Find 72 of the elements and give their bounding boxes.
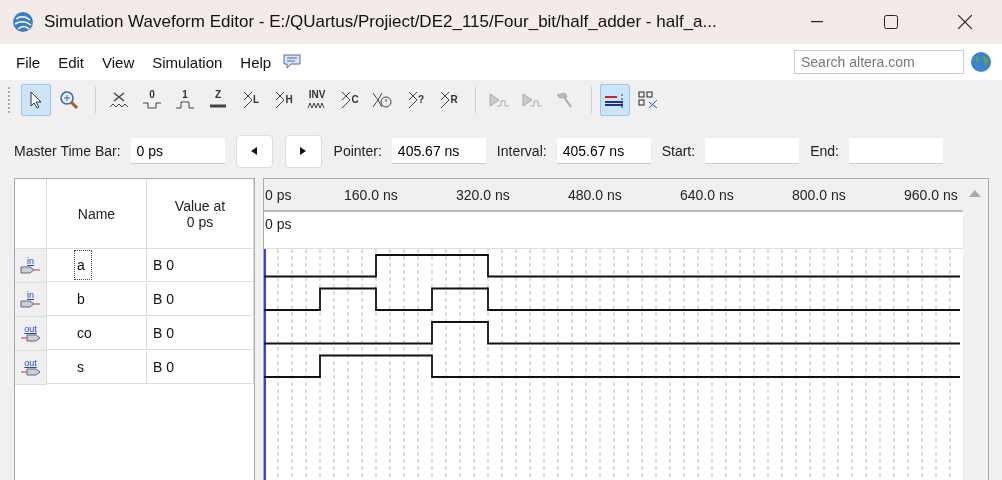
signal-value: B 0 bbox=[153, 291, 174, 307]
toolbar-button[interactable]: R bbox=[434, 84, 464, 116]
time-field[interactable]: 405.67 ns bbox=[556, 138, 651, 164]
app-logo-icon bbox=[12, 11, 34, 33]
simulate-icon bbox=[487, 90, 511, 110]
time-field[interactable] bbox=[705, 138, 800, 164]
signal-name[interactable]: b bbox=[75, 285, 91, 313]
time-label: 640.0 ns bbox=[680, 187, 734, 203]
field-label: Start: bbox=[661, 143, 696, 159]
right-triangle-icon bbox=[300, 147, 307, 155]
waveform-icon bbox=[307, 100, 327, 110]
menu-item[interactable]: File bbox=[10, 53, 47, 71]
toolbar-button[interactable]: C bbox=[335, 84, 365, 116]
field-label: Pointer: bbox=[333, 143, 382, 159]
time-field[interactable]: 0 ps bbox=[130, 138, 225, 164]
toolbar-button[interactable]: INV bbox=[302, 84, 332, 116]
next-button[interactable] bbox=[284, 134, 322, 168]
clock-value-icon bbox=[372, 90, 394, 110]
field-label: Master Time Bar: bbox=[14, 143, 121, 159]
signal-name[interactable]: s bbox=[75, 353, 90, 381]
minimize-icon bbox=[811, 21, 823, 23]
bus-value-icon bbox=[440, 90, 451, 110]
time-label: 800.0 ns bbox=[792, 187, 846, 203]
menu-item[interactable]: Simulation bbox=[146, 53, 229, 71]
feedback-icon bbox=[283, 54, 302, 70]
signal-value: B 0 bbox=[153, 359, 174, 375]
toolbar-button[interactable]: 0 bbox=[137, 84, 167, 116]
time-field[interactable]: 405.67 ns bbox=[391, 138, 486, 164]
toolbar-button[interactable]: H bbox=[269, 84, 299, 116]
waveform-icon bbox=[142, 100, 162, 110]
menu-item[interactable]: Help bbox=[234, 53, 278, 71]
bus-value-icon bbox=[242, 90, 253, 110]
window-title: Simulation Waveform Editor - E:/QUartus/Projiect/DE2_115/Four_bit/half_adder - half_a... bbox=[44, 12, 718, 32]
scroll-up-icon[interactable] bbox=[969, 189, 981, 197]
time-field[interactable] bbox=[848, 138, 943, 164]
cursor-time-label: 0 ps bbox=[265, 216, 292, 232]
globe-icon bbox=[970, 51, 992, 73]
waveform-icon bbox=[175, 100, 195, 110]
menu-item[interactable]: View bbox=[96, 53, 141, 71]
signal-name[interactable]: co bbox=[75, 319, 98, 347]
search-field[interactable]: Search altera.com bbox=[794, 50, 964, 74]
column-header: Value at 0 ps bbox=[147, 179, 254, 249]
signal-name[interactable]: a bbox=[75, 251, 91, 279]
pointer-icon bbox=[29, 91, 43, 109]
time-label: 160.0 ns bbox=[344, 187, 398, 203]
time-label: 960.0 ns bbox=[904, 187, 958, 203]
previous-button[interactable] bbox=[235, 134, 273, 168]
toolbar-button[interactable]: ? bbox=[401, 84, 431, 116]
bus-value-icon bbox=[275, 90, 286, 110]
toolbar-button[interactable]: 1 bbox=[170, 84, 200, 116]
toolbar-button[interactable]: L bbox=[236, 84, 266, 116]
grid-icon bbox=[637, 90, 659, 110]
close-icon bbox=[958, 15, 972, 29]
maximize-icon bbox=[884, 15, 898, 29]
time-label: 480.0 ns bbox=[568, 187, 622, 203]
signal-value: B 0 bbox=[153, 257, 174, 273]
time-label: 0 ps bbox=[265, 187, 292, 203]
bus-value-icon bbox=[407, 90, 418, 110]
bus-value-icon bbox=[341, 90, 352, 110]
signal-value: B 0 bbox=[153, 325, 174, 341]
toolbar-button[interactable] bbox=[600, 84, 630, 116]
left-triangle-icon bbox=[251, 147, 258, 155]
field-label: End: bbox=[810, 143, 839, 159]
time-label: 320.0 ns bbox=[456, 187, 510, 203]
field-label: Interval: bbox=[496, 143, 547, 159]
zoom-icon bbox=[59, 90, 79, 110]
toolbar-button[interactable] bbox=[21, 84, 51, 116]
toolbar-button[interactable]: Z bbox=[203, 84, 233, 116]
simulate-icon bbox=[520, 90, 544, 110]
unknown-value-icon bbox=[108, 90, 130, 110]
menu-item[interactable]: Edit bbox=[52, 53, 91, 71]
column-header: Name bbox=[47, 179, 147, 249]
